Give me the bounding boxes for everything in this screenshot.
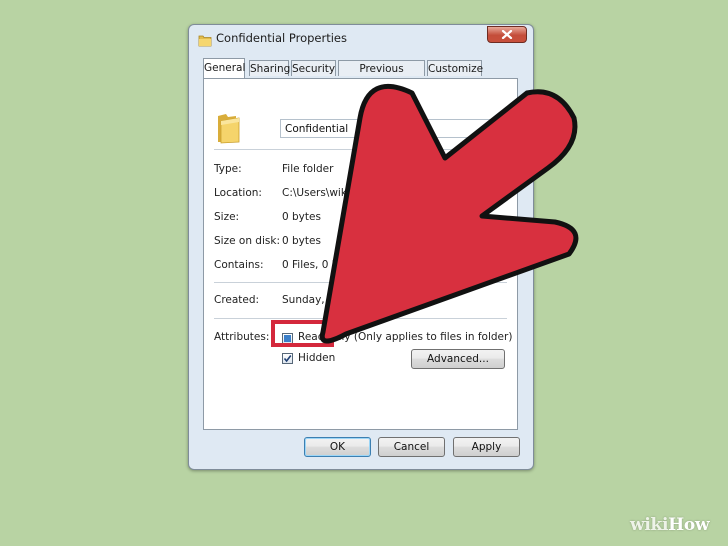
tab-general[interactable]: General <box>203 58 245 78</box>
wikihow-watermark: wikiHow <box>630 515 710 535</box>
watermark-prefix: wiki <box>630 515 669 535</box>
watermark-suffix: How <box>668 515 710 535</box>
pointer-arrow-icon <box>319 83 579 344</box>
